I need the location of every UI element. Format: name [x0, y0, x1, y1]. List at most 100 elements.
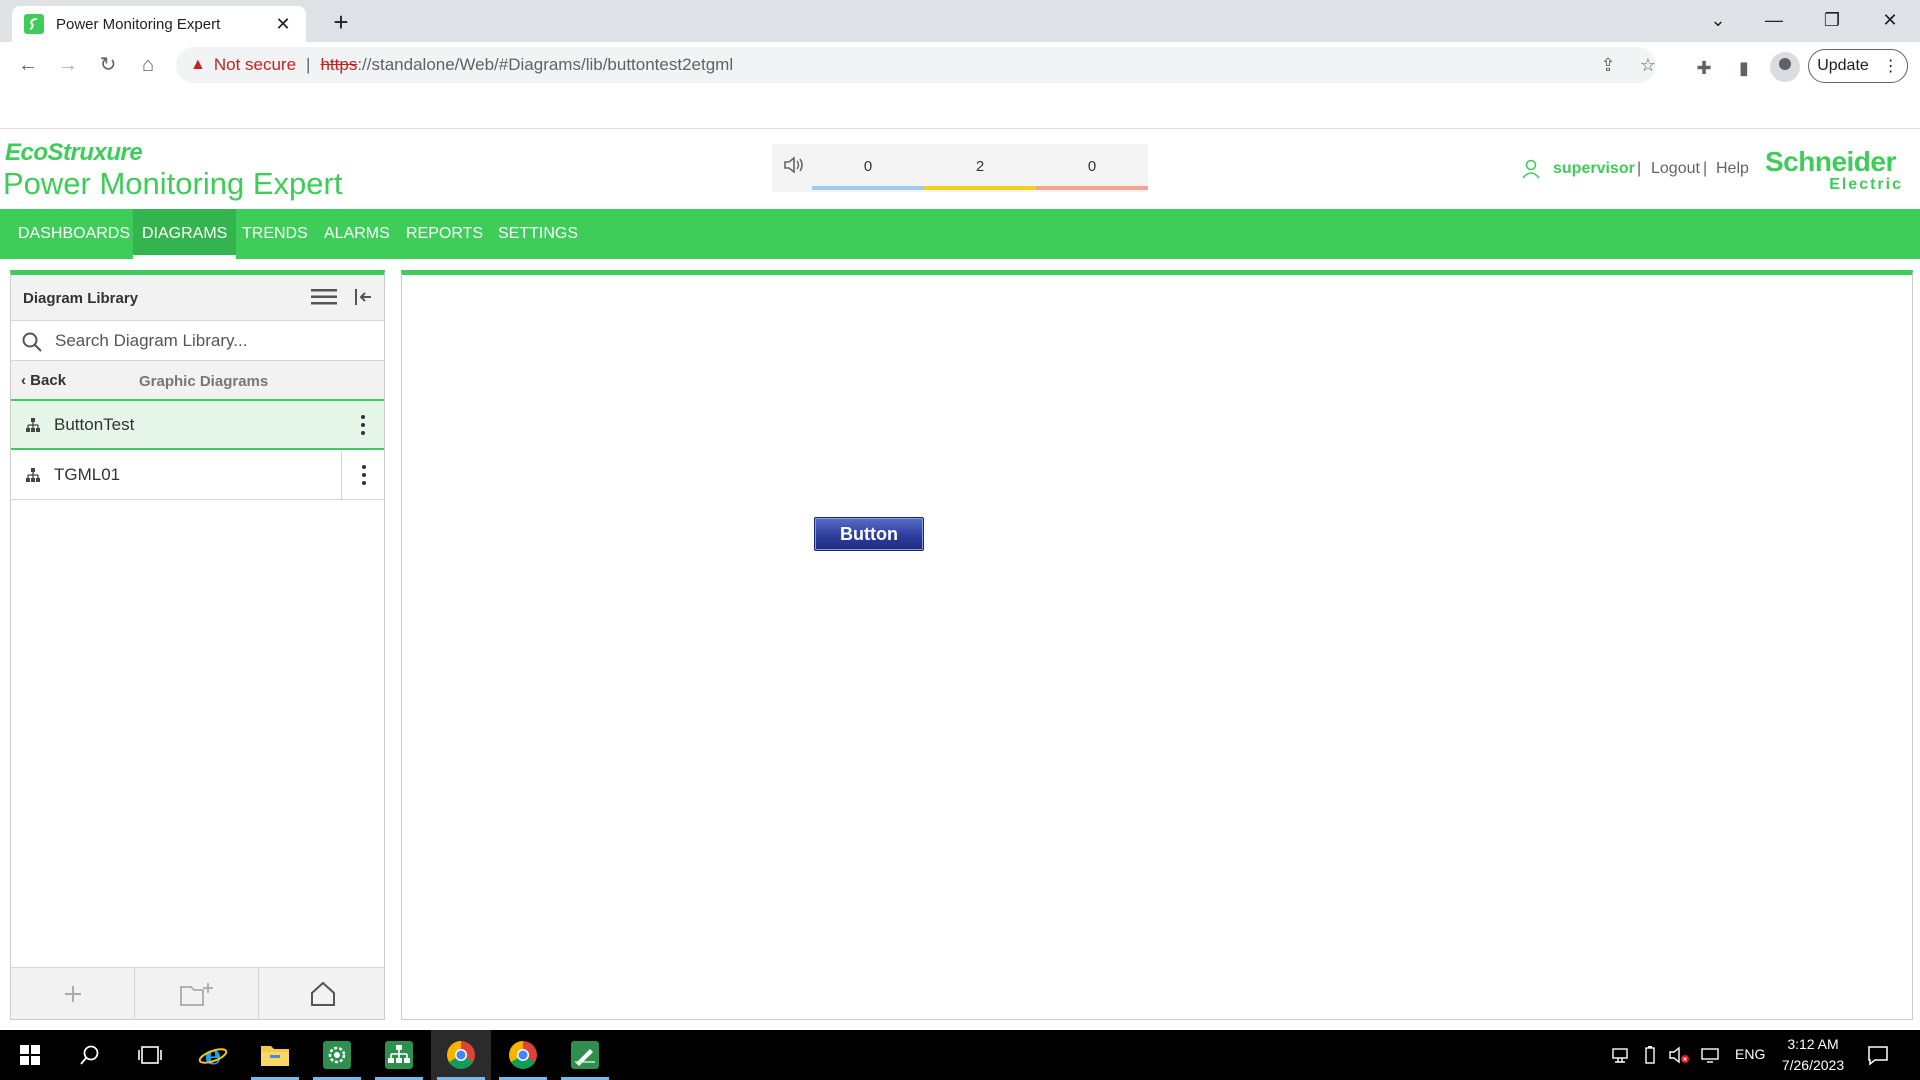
- alarm-medium[interactable]: 2: [924, 144, 1036, 192]
- search-icon[interactable]: [60, 1030, 120, 1080]
- design-editor-app-icon[interactable]: [555, 1030, 615, 1080]
- settings-gear-app-icon[interactable]: [307, 1030, 367, 1080]
- language-indicator[interactable]: ENG: [1735, 1046, 1765, 1062]
- reload-icon[interactable]: ↻: [92, 50, 124, 82]
- security-status[interactable]: Not secure: [214, 55, 296, 75]
- list-item-buttontest[interactable]: ButtonTest: [11, 401, 384, 450]
- restore-button[interactable]: ❐: [1808, 4, 1856, 36]
- browser-toolbar: ← → ↻ ⌂ ▲ Not secure | https://standalon…: [0, 42, 1920, 88]
- task-view-icon[interactable]: [120, 1030, 180, 1080]
- new-folder-icon: [179, 983, 213, 1006]
- item-options-icon[interactable]: [341, 451, 385, 499]
- network-tray-icon[interactable]: [1610, 1045, 1630, 1065]
- back-button[interactable]: ‹ Back: [21, 372, 66, 389]
- address-bar[interactable]: ▲ Not secure | https://standalone/Web/#D…: [176, 47, 1656, 83]
- search-input[interactable]: [55, 326, 365, 356]
- update-label: Update: [1817, 57, 1869, 74]
- diagram-library-panel: Diagram Library ‹ Back Graphic Diagrams …: [10, 270, 385, 1020]
- diagram-hierarchy-icon: [26, 468, 40, 482]
- list-item-label: ButtonTest: [54, 415, 135, 434]
- user-icon: [1522, 159, 1540, 179]
- add-folder-button[interactable]: [135, 968, 259, 1020]
- alarm-low[interactable]: 0: [812, 144, 924, 192]
- nav-settings[interactable]: SETTINGS: [489, 209, 587, 259]
- app-header: EcoStruxure Power Monitoring Expert 0 2 …: [0, 129, 1920, 209]
- ecostruxure-logo: EcoStruxure: [5, 139, 143, 166]
- hamburger-menu-icon[interactable]: [311, 288, 337, 306]
- chrome-icon[interactable]: [431, 1030, 491, 1080]
- alarm-high-count: 0: [1087, 158, 1097, 175]
- volume-muted-tray-icon[interactable]: [1668, 1045, 1689, 1065]
- item-options-icon[interactable]: [341, 401, 385, 449]
- app-title: Power Monitoring Expert: [3, 166, 343, 201]
- minimize-button[interactable]: —: [1750, 4, 1798, 36]
- nav-reports[interactable]: REPORTS: [397, 209, 492, 259]
- main-nav: DASHBOARDS DIAGRAMS TRENDS ALARMS REPORT…: [0, 209, 1920, 259]
- plus-icon: [64, 986, 81, 1002]
- collapse-panel-icon[interactable]: [353, 287, 373, 307]
- help-link[interactable]: Help: [1716, 160, 1749, 178]
- alarm-high[interactable]: 0: [1036, 144, 1148, 192]
- forward-arrow-icon[interactable]: →: [52, 50, 84, 82]
- battery-tray-icon[interactable]: [1640, 1045, 1660, 1065]
- kebab-menu-icon: ⋮: [1882, 58, 1899, 75]
- library-footer: [11, 967, 385, 1020]
- side-panel-icon[interactable]: ▮: [1730, 54, 1758, 82]
- diagram-canvas: Button: [401, 270, 1913, 1020]
- close-window-button[interactable]: ✕: [1866, 4, 1914, 36]
- tab-search-icon[interactable]: ⌄: [1694, 4, 1742, 36]
- user-name[interactable]: supervisor: [1553, 160, 1635, 178]
- library-search: [11, 321, 384, 361]
- diagram-button[interactable]: Button: [814, 517, 924, 551]
- breadcrumb: ‹ Back Graphic Diagrams: [11, 361, 384, 401]
- alarm-medium-count: 2: [975, 158, 985, 175]
- back-arrow-icon[interactable]: ←: [12, 50, 44, 82]
- display-tray-icon[interactable]: [1700, 1045, 1720, 1065]
- extensions-puzzle-icon[interactable]: ✚: [1690, 54, 1718, 82]
- update-button[interactable]: Update ⋮: [1808, 49, 1908, 83]
- logout-link[interactable]: Logout: [1651, 160, 1700, 178]
- home-folder-button[interactable]: [261, 968, 385, 1020]
- alarm-summary[interactable]: 0 2 0: [772, 144, 1148, 192]
- breadcrumb-current: Graphic Diagrams: [139, 373, 269, 390]
- nav-diagrams[interactable]: DIAGRAMS: [133, 209, 237, 259]
- profile-avatar-icon[interactable]: [1770, 52, 1800, 82]
- chrome-icon-second[interactable]: [493, 1030, 553, 1080]
- nav-alarms[interactable]: ALARMS: [315, 209, 399, 259]
- alarm-high-bar: [1036, 186, 1148, 190]
- diagram-hierarchy-icon: [26, 418, 40, 432]
- system-clock[interactable]: 3:12 AM 7/26/2023: [1765, 1034, 1861, 1076]
- list-item-label: TGML01: [54, 465, 121, 484]
- clock-date: 7/26/2023: [1781, 1057, 1845, 1073]
- file-explorer-icon[interactable]: [245, 1030, 305, 1080]
- start-windows-icon[interactable]: [0, 1030, 60, 1080]
- add-diagram-button[interactable]: [11, 968, 135, 1020]
- clock-time: 3:12 AM: [1787, 1036, 1839, 1052]
- bookmark-star-icon[interactable]: ☆: [1636, 55, 1660, 76]
- alarm-medium-bar: [924, 186, 1036, 190]
- browser-tab[interactable]: Power Monitoring Expert ✕: [12, 6, 306, 42]
- list-item-tgml01[interactable]: TGML01: [11, 451, 384, 500]
- alarm-low-bar: [812, 186, 924, 190]
- nav-trends[interactable]: TRENDS: [233, 209, 317, 259]
- network-diagram-app-icon[interactable]: [369, 1030, 429, 1080]
- search-icon: [22, 332, 42, 352]
- windows-taskbar: e ENG 3:12 AM 7/26/2023: [0, 1030, 1920, 1080]
- url-path: ://standalone/Web/#Diagrams/lib/buttonte…: [357, 55, 734, 74]
- speaker-icon[interactable]: [782, 154, 806, 182]
- internet-explorer-icon[interactable]: e: [183, 1030, 243, 1080]
- tab-close-icon[interactable]: ✕: [272, 14, 294, 35]
- new-tab-button[interactable]: +: [326, 8, 356, 38]
- browser-tab-strip: Power Monitoring Expert ✕ + ⌄ — ❐ ✕: [0, 0, 1920, 42]
- notification-center-icon[interactable]: [1867, 1044, 1889, 1066]
- svg-text:e: e: [205, 1041, 222, 1070]
- home-icon[interactable]: ⌂: [132, 50, 164, 82]
- chevron-left-icon: ‹: [21, 372, 26, 389]
- tab-title: Power Monitoring Expert: [56, 15, 221, 33]
- library-header: Diagram Library: [11, 275, 384, 321]
- library-title: Diagram Library: [23, 290, 139, 307]
- site-favicon-icon: [24, 14, 44, 34]
- share-icon[interactable]: ⇪: [1596, 55, 1620, 76]
- home-icon: [311, 981, 335, 1006]
- nav-dashboards[interactable]: DASHBOARDS: [9, 209, 139, 259]
